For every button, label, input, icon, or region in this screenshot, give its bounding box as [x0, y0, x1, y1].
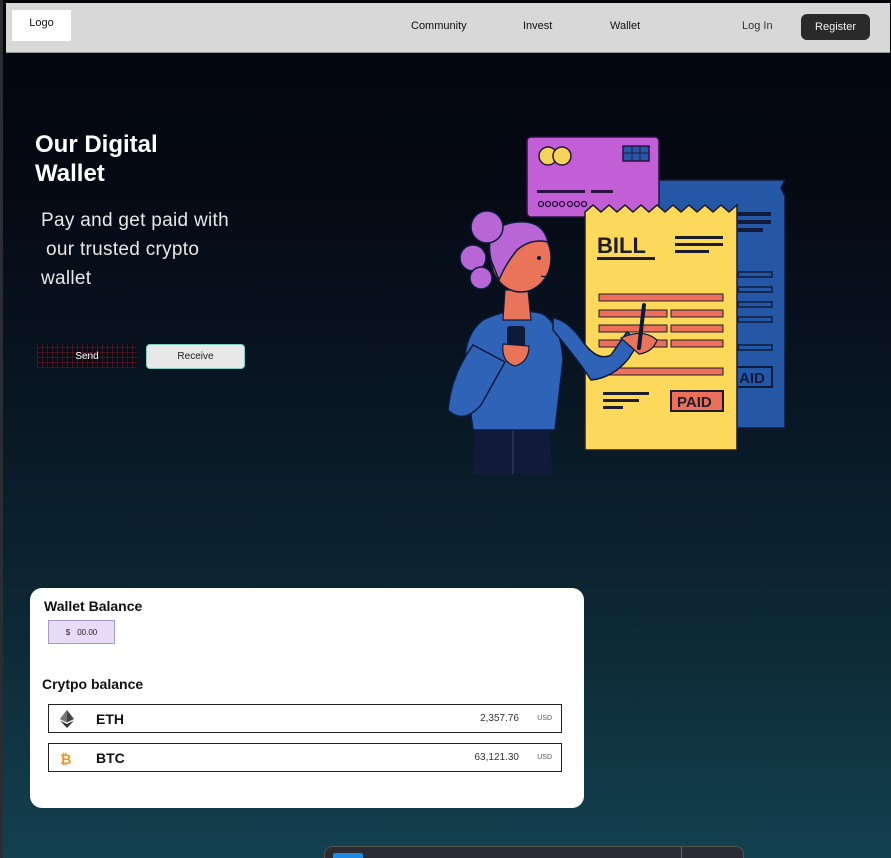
nav-wallet-link[interactable]: Wallet: [610, 20, 640, 32]
wallet-balance-title: Wallet Balance: [44, 598, 143, 614]
hero-subtitle-line-3: wallet: [41, 268, 92, 289]
wallet-balance-amount: $ 00.00: [48, 620, 115, 644]
login-link[interactable]: Log In: [742, 20, 773, 32]
bill-payment-illustration: AID BILL PAID: [447, 136, 787, 474]
hero-subtitle: Pay and get paid with our trusted crypto…: [41, 206, 251, 293]
crypto-balance-title: Crytpo balance: [42, 676, 144, 692]
top-nav-bar: Logo Community Invest Wallet Log In Regi…: [6, 3, 890, 53]
svg-text:₿: ₿: [60, 752, 71, 767]
bottom-toolbar: [324, 846, 744, 858]
coin-row-btc[interactable]: ₿ BTC 63,121.30 USD: [48, 743, 562, 772]
app-frame: Logo Community Invest Wallet Log In Regi…: [0, 0, 891, 858]
coin-row-eth[interactable]: ETH 2,357.76 USD: [48, 704, 562, 733]
paid-stamp-text: PAID: [677, 394, 712, 411]
balance-value: 00.00: [77, 627, 98, 637]
yellow-bill: BILL PAID: [584, 203, 738, 451]
hero-subtitle-line-1: Pay and get paid with: [41, 210, 229, 231]
ethereum-icon: [60, 710, 74, 728]
coin-symbol: BTC: [96, 750, 125, 766]
nav-invest-link[interactable]: Invest: [523, 20, 552, 32]
receive-button[interactable]: Receive: [146, 344, 245, 369]
hero-subtitle-line-2: our trusted crypto: [46, 239, 200, 260]
send-button[interactable]: Send: [37, 344, 137, 368]
coin-symbol: ETH: [96, 711, 124, 727]
hero-title: Our Digital Wallet: [35, 130, 255, 188]
hero-title-line-2: Wallet: [35, 160, 105, 187]
coin-price: 2,357.76: [480, 713, 519, 724]
coin-unit: USD: [537, 754, 552, 761]
toolbar-divider: [681, 847, 682, 858]
bitcoin-icon: ₿: [60, 752, 71, 767]
currency-symbol: $: [65, 627, 71, 637]
wallet-card: Wallet Balance $ 00.00 Crytpo balance ET…: [30, 588, 584, 808]
logo[interactable]: Logo: [12, 10, 71, 41]
paid-back-text: AID: [739, 370, 765, 387]
nav-community-link[interactable]: Community: [411, 20, 467, 32]
coin-unit: USD: [537, 715, 552, 722]
coin-price: 63,121.30: [474, 752, 520, 763]
bill-text: BILL: [597, 233, 646, 258]
register-button[interactable]: Register: [801, 14, 870, 40]
toolbar-app-icon[interactable]: [333, 853, 363, 858]
hero-title-line-1: Our Digital: [35, 131, 158, 158]
